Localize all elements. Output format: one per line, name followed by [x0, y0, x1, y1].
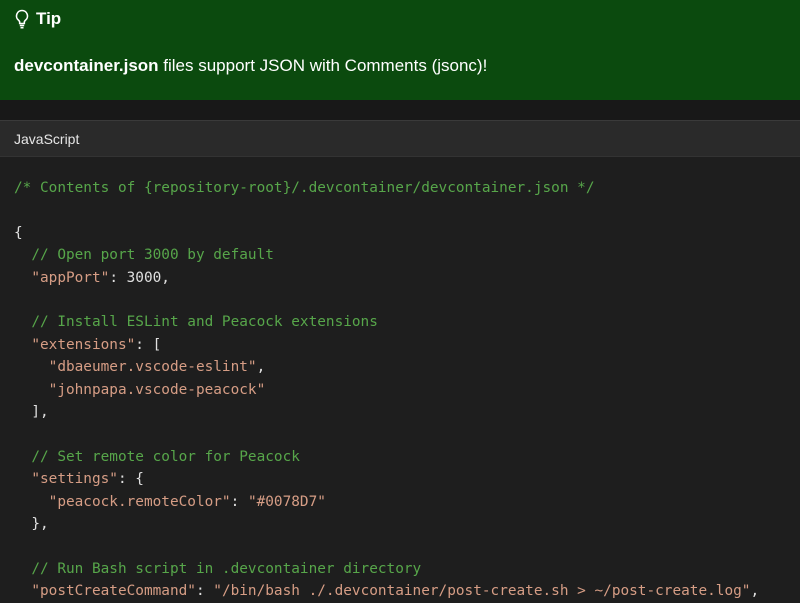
code-content: /* Contents of {repository-root}/.devcon… — [14, 177, 759, 603]
code-punctuation: , — [750, 583, 760, 600]
code-string: "johnpapa.vscode-peacock" — [48, 381, 266, 398]
code-key: "peacock.remoteColor" — [48, 493, 231, 510]
code-string: "#0078D7" — [247, 493, 326, 510]
code-comment: /* Contents of {repository-root}/.devcon… — [14, 180, 595, 196]
code-punctuation: : — [109, 269, 127, 286]
code-line: "settings": { — [14, 471, 144, 487]
code-punctuation: : { — [117, 471, 144, 488]
code-line: "peacock.remoteColor": "#0078D7" — [14, 494, 326, 510]
code-key: "settings" — [31, 471, 118, 488]
code-punctuation: : — [195, 583, 214, 600]
code-line: "johnpapa.vscode-peacock" — [14, 381, 266, 398]
code-comment: // Run Bash script in .devcontainer dire… — [31, 560, 422, 577]
code-line: }, — [14, 516, 49, 533]
code-punctuation: }, — [31, 516, 49, 533]
code-punctuation: ], — [31, 404, 49, 421]
code-comment: // Open port 3000 by default — [31, 247, 274, 264]
tip-filename: devcontainer.json — [14, 56, 159, 75]
code-punctuation: : — [230, 493, 248, 510]
code-block[interactable]: /* Contents of {repository-root}/.devcon… — [0, 156, 800, 599]
code-key: "postCreateCommand" — [31, 583, 196, 600]
code-line: ], — [14, 404, 49, 421]
code-header: JavaScript — [0, 120, 800, 156]
code-number: 3000 — [126, 269, 162, 286]
code-punctuation: { — [14, 224, 23, 241]
code-line: // Run Bash script in .devcontainer dire… — [14, 561, 421, 577]
tip-callout: Tip devcontainer.json files support JSON… — [0, 0, 800, 100]
tip-title: Tip — [36, 9, 62, 28]
code-punctuation: , — [161, 269, 170, 286]
code-comment: // Install ESLint and Peacock extensions — [31, 314, 378, 331]
code-punctuation: : [ — [135, 336, 162, 353]
code-line: "extensions": [ — [14, 337, 161, 353]
tip-header: Tip — [14, 8, 61, 30]
code-line: /* Contents of {repository-root}/.devcon… — [14, 180, 594, 196]
code-line: "dbaeumer.vscode-eslint", — [14, 359, 266, 376]
code-punctuation: , — [256, 359, 266, 376]
code-line: // Set remote color for Peacock — [14, 449, 300, 465]
code-key: "extensions" — [31, 336, 136, 353]
code-string: "/bin/bash ./.devcontainer/post-create.s… — [213, 583, 751, 600]
code-line: { — [14, 225, 23, 241]
code-language-label: JavaScript — [14, 131, 80, 147]
code-key: "appPort" — [31, 269, 110, 286]
tip-text: files support JSON with Comments (jsonc)… — [158, 56, 488, 75]
tip-message: devcontainer.json files support JSON wit… — [14, 56, 487, 76]
code-line: // Install ESLint and Peacock extensions — [14, 314, 378, 330]
lightbulb-icon — [15, 9, 29, 29]
separator — [0, 100, 800, 120]
code-line: // Open port 3000 by default — [14, 247, 274, 263]
code-line: "appPort": 3000, — [14, 270, 170, 286]
code-string: "dbaeumer.vscode-eslint" — [48, 359, 257, 376]
code-line: "postCreateCommand": "/bin/bash ./.devco… — [14, 583, 759, 599]
code-comment: // Set remote color for Peacock — [31, 448, 300, 465]
